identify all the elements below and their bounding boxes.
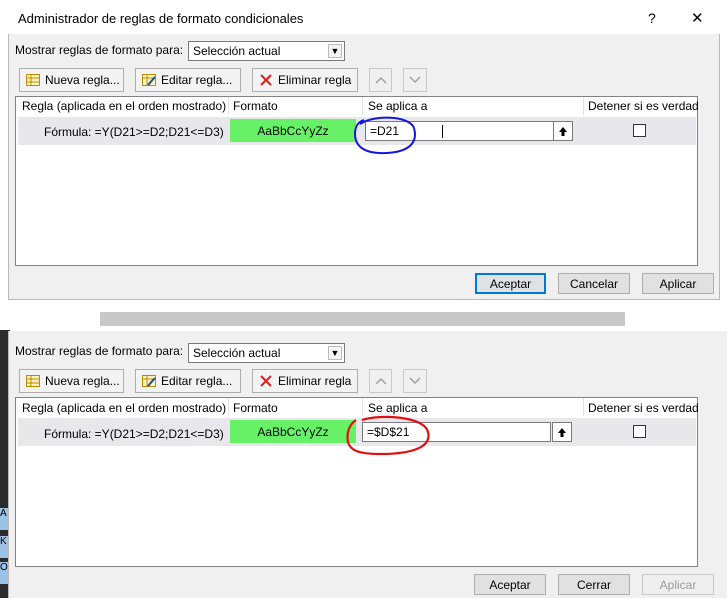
- show-rules-label: Mostrar reglas de formato para:: [15, 344, 184, 358]
- apply-button[interactable]: Aplicar: [642, 273, 714, 294]
- delete-x-icon: [260, 375, 272, 387]
- new-rule-button[interactable]: Nueva regla...: [19, 68, 124, 92]
- format-preview: AaBbCcYyZz: [230, 119, 356, 142]
- col-header-format[interactable]: Formato: [233, 99, 278, 113]
- edit-rule-button[interactable]: Editar regla...: [135, 68, 241, 92]
- edit-rule-label: Editar regla...: [161, 374, 233, 388]
- header-separator: [228, 97, 229, 115]
- delete-rule-button[interactable]: Eliminar regla: [252, 68, 358, 92]
- col-header-rule[interactable]: Regla (aplicada en el orden mostrado): [22, 99, 226, 113]
- show-rules-value: Selección actual: [193, 44, 281, 58]
- chevron-up-icon: [374, 377, 387, 385]
- col-header-stop[interactable]: Detener si es verdad: [588, 99, 699, 113]
- sheet-scrollbar[interactable]: [100, 312, 625, 326]
- edit-grid-icon: [142, 74, 156, 86]
- col-header-format[interactable]: Formato: [233, 401, 278, 415]
- col-header-stop[interactable]: Detener si es verdad: [588, 401, 699, 415]
- rule-text: Fórmula: =Y(D21>=D2;D21<=D3): [44, 427, 224, 441]
- new-rule-button[interactable]: Nueva regla...: [19, 369, 124, 393]
- collapse-dialog-button[interactable]: [552, 422, 572, 442]
- delete-rule-label: Eliminar regla: [278, 374, 352, 388]
- chevron-down-icon: ▼: [328, 44, 342, 58]
- collapse-arrow-icon: [559, 126, 567, 136]
- chevron-up-icon: [374, 76, 387, 84]
- collapse-dialog-button[interactable]: [553, 121, 573, 141]
- cancel-button[interactable]: Cancelar: [558, 273, 630, 294]
- delete-x-icon: [260, 74, 272, 86]
- new-rule-label: Nueva regla...: [45, 73, 120, 87]
- show-rules-value: Selección actual: [193, 346, 281, 360]
- apply-button[interactable]: Aplicar: [642, 574, 714, 595]
- move-up-button[interactable]: [369, 369, 392, 393]
- show-rules-select[interactable]: Selección actual ▼: [188, 41, 345, 61]
- stop-if-true-checkbox[interactable]: [633, 425, 646, 438]
- edit-rule-label: Editar regla...: [161, 73, 233, 87]
- new-rule-label: Nueva regla...: [45, 374, 120, 388]
- text-cursor: [442, 125, 443, 138]
- grid-icon: [26, 74, 40, 86]
- header-separator: [228, 398, 229, 416]
- red-circle-annotation: [346, 415, 430, 456]
- stop-if-true-checkbox[interactable]: [633, 124, 646, 137]
- col-header-rule[interactable]: Regla (aplicada en el orden mostrado): [22, 401, 226, 415]
- show-rules-label: Mostrar reglas de formato para:: [15, 43, 184, 57]
- blue-circle-annotation: [353, 116, 416, 155]
- move-down-button[interactable]: [403, 68, 427, 92]
- rule-text: Fórmula: =Y(D21>=D2;D21<=D3): [44, 125, 224, 139]
- help-button[interactable]: ?: [648, 10, 656, 26]
- chevron-down-icon: [409, 76, 421, 84]
- collapse-arrow-icon: [558, 427, 566, 437]
- ok-button[interactable]: Aceptar: [474, 574, 546, 595]
- delete-rule-button[interactable]: Eliminar regla: [252, 369, 358, 393]
- col-header-applies[interactable]: Se aplica a: [368, 99, 427, 113]
- header-separator: [583, 398, 584, 416]
- chevron-down-icon: ▼: [328, 346, 342, 360]
- dialog-title: Administrador de reglas de formato condi…: [18, 11, 304, 26]
- close-button[interactable]: ✕: [691, 9, 704, 27]
- edit-rule-button[interactable]: Editar regla...: [135, 369, 241, 393]
- edit-grid-icon: [142, 375, 156, 387]
- format-preview: AaBbCcYyZz: [230, 420, 356, 443]
- move-down-button[interactable]: [403, 369, 427, 393]
- close-dialog-button[interactable]: Cerrar: [558, 574, 630, 595]
- chevron-down-icon: [409, 377, 421, 385]
- ok-button[interactable]: Aceptar: [475, 273, 546, 294]
- grid-icon: [26, 375, 40, 387]
- delete-rule-label: Eliminar regla: [278, 73, 352, 87]
- header-separator: [583, 97, 584, 115]
- move-up-button[interactable]: [369, 68, 392, 92]
- show-rules-select[interactable]: Selección actual ▼: [188, 343, 345, 363]
